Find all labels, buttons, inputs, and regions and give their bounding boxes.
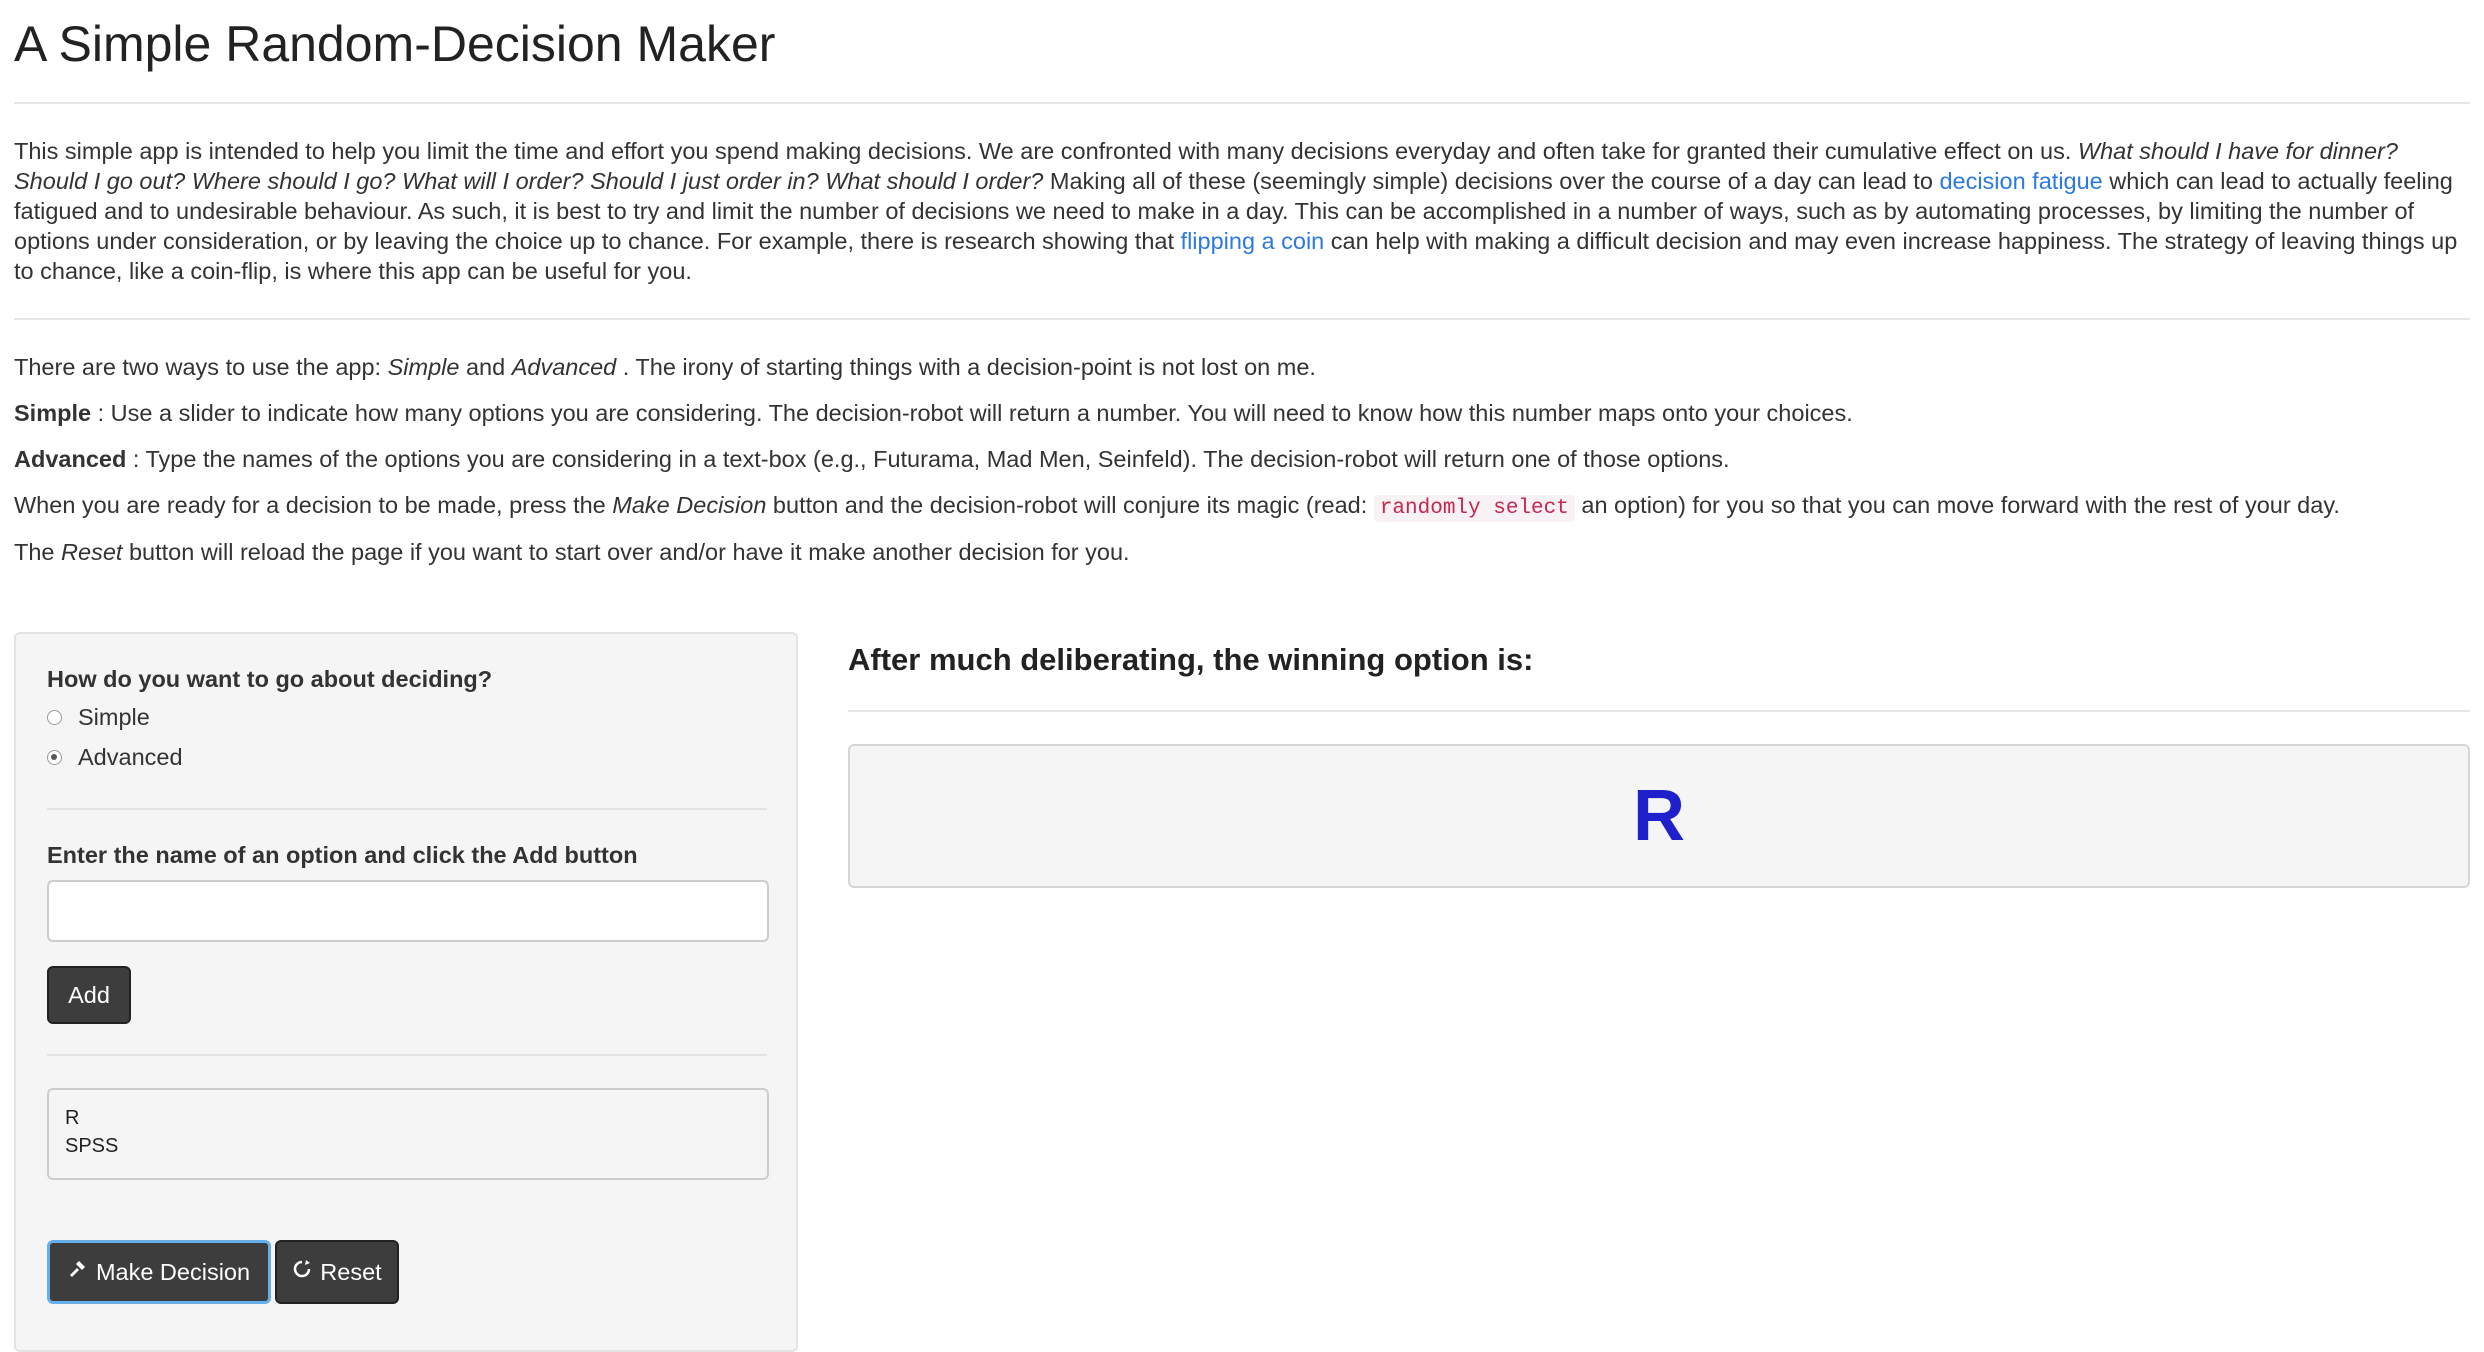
usage-intro: There are two ways to use the app: Simpl… — [14, 352, 2470, 382]
usage-text: . The irony of starting things with a de… — [616, 354, 1316, 380]
usage-simple-text: : Use a slider to indicate how many opti… — [91, 400, 1853, 426]
options-list: R SPSS — [47, 1088, 769, 1180]
decision-fatigue-link[interactable]: decision fatigue — [1939, 168, 2102, 194]
mode-question-label: How do you want to go about deciding? — [47, 666, 493, 692]
intro-text: This simple app is intended to help you … — [14, 138, 2078, 164]
usage-ready: When you are ready for a decision to be … — [14, 490, 2470, 524]
option-prompt-label: Enter the name of an option and click th… — [47, 842, 638, 868]
intro-paragraph: This simple app is intended to help you … — [14, 136, 2470, 286]
usage-advanced-text: : Type the names of the options you are … — [126, 446, 1730, 472]
result-divider — [848, 710, 2470, 712]
usage-advanced-label: Advanced — [14, 446, 127, 472]
usage-text: When you are ready for a decision to be … — [14, 492, 613, 518]
usage-text: There are two ways to use the app: — [14, 354, 388, 380]
gavel-icon — [68, 1259, 88, 1285]
reset-button[interactable]: Reset — [275, 1240, 399, 1304]
usage-text: and — [459, 354, 512, 380]
make-decision-button[interactable]: Make Decision — [47, 1240, 271, 1304]
usage-simple: Simple : Use a slider to indicate how ma… — [14, 398, 2470, 428]
usage-simple-term: Simple — [387, 354, 460, 380]
code-snippet: randomly select — [1373, 495, 1575, 522]
usage-advanced-term: Advanced — [511, 354, 617, 380]
divider — [14, 102, 2470, 104]
make-decision-label: Make Decision — [95, 1258, 251, 1285]
radio-advanced[interactable]: Advanced — [47, 744, 183, 771]
usage-make-decision-term: Make Decision — [612, 492, 767, 518]
sidebar-panel: How do you want to go about deciding? Si… — [14, 632, 798, 1352]
page: A Simple Random-Decision Maker This simp… — [0, 0, 2484, 1352]
winning-option: R — [1633, 776, 1685, 856]
radio-simple[interactable]: Simple — [47, 704, 150, 731]
result-box: R — [848, 744, 2470, 888]
result-heading: After much deliberating, the winning opt… — [848, 642, 1534, 677]
usage-simple-label: Simple — [14, 400, 92, 426]
refresh-icon — [292, 1259, 312, 1285]
usage-text: button and the decision-robot will conju… — [766, 492, 1374, 518]
usage-text: button will reload the page if you want … — [122, 539, 1130, 565]
usage-text: an option) for you so that you can move … — [1574, 492, 2340, 518]
list-item: SPSS — [65, 1135, 119, 1157]
divider — [14, 318, 2470, 320]
option-name-input[interactable] — [47, 880, 769, 942]
intro-text: Making all of these (seemingly simple) d… — [1043, 168, 1940, 194]
usage-advanced: Advanced : Type the names of the options… — [14, 444, 2470, 474]
flipping-coin-link[interactable]: flipping a coin — [1181, 228, 1325, 254]
usage-reset: The Reset button will reload the page if… — [14, 537, 2470, 567]
list-item: R — [65, 1107, 80, 1129]
reset-label: Reset — [320, 1258, 382, 1285]
sidebar-divider — [47, 808, 767, 810]
sidebar-divider — [47, 1054, 767, 1056]
radio-simple-label: Simple — [78, 704, 150, 730]
radio-circle-checked[interactable] — [47, 750, 62, 765]
radio-advanced-label: Advanced — [78, 744, 183, 770]
page-title: A Simple Random-Decision Maker — [14, 16, 776, 72]
radio-circle[interactable] — [47, 710, 62, 725]
usage-reset-term: Reset — [61, 539, 123, 565]
usage-text: The — [14, 539, 62, 565]
add-button[interactable]: Add — [47, 966, 131, 1024]
